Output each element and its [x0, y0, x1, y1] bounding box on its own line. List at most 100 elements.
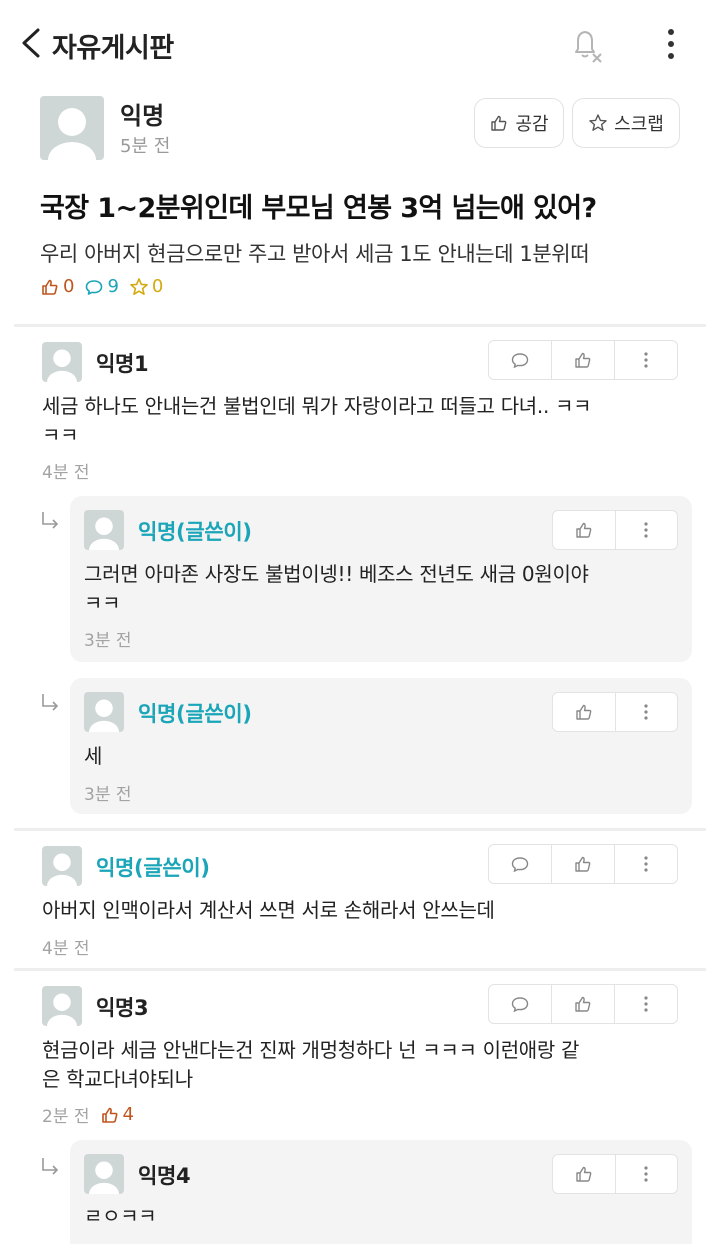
comment-author: 익명1 — [96, 352, 149, 376]
scrap-count: 0 — [129, 276, 163, 297]
reply-arrow-icon — [42, 512, 59, 529]
divider — [14, 968, 706, 971]
comment-like-button[interactable] — [553, 693, 615, 731]
page-title: 자유게시판 — [52, 33, 174, 64]
reply-button[interactable] — [489, 341, 551, 379]
more-vertical-icon — [644, 996, 648, 1012]
comment-more-button[interactable] — [614, 985, 677, 1023]
comment-text: 세금 하나도 안내는건 불법인데 뭐가 자랑이라고 떠들고 다녀.. ㅋㅋ ㅋㅋ — [42, 392, 682, 450]
comment-text-line: 그러면 아마존 사장도 불법이넹!! 베조스 전년도 새금 0원이야 — [84, 562, 589, 586]
comment-time: 4분 전 — [42, 458, 90, 483]
comment-time-value: 4분 전 — [42, 463, 90, 483]
comment-time: 4분 전 — [42, 934, 90, 959]
comment-actions — [488, 984, 678, 1024]
avatar-icon — [47, 349, 77, 382]
comment-like-count-value: 4 — [122, 1104, 134, 1125]
more-vertical-icon — [644, 522, 648, 538]
scrap-count-value: 0 — [151, 276, 164, 297]
thumbs-up-icon — [491, 115, 507, 131]
comment-actions — [488, 340, 678, 380]
comment-actions — [552, 1154, 678, 1194]
reply-button[interactable] — [489, 985, 551, 1023]
thumbs-up-icon — [575, 996, 591, 1012]
comment-more-button[interactable] — [614, 845, 677, 883]
avatar-icon — [89, 1161, 119, 1194]
comment-time-value: 4분 전 — [42, 939, 90, 959]
more-vertical-icon — [644, 856, 648, 872]
comment-count-value: 9 — [107, 276, 119, 297]
comment-actions — [552, 692, 678, 732]
comment-text: 현금이라 세금 안낸다는건 진짜 개멍청하다 넌 ㅋㅋㅋ 이런애랑 같 은 학교… — [42, 1036, 682, 1094]
star-icon — [589, 114, 607, 131]
avatar-icon — [48, 108, 96, 160]
avatar-icon — [47, 853, 77, 886]
comment-more-button[interactable] — [614, 341, 677, 379]
thumbs-up-icon — [576, 522, 592, 538]
comment-count: 9 — [84, 276, 119, 297]
comment-more-button[interactable] — [614, 511, 678, 549]
comment-text: ㄹㅇㅋㅋ — [84, 1204, 157, 1224]
like-button[interactable]: 공감 — [474, 98, 564, 148]
comment-time-value: 3분 전 — [84, 631, 132, 651]
back-button[interactable] — [18, 26, 44, 60]
post-author-name: 익명 — [120, 102, 165, 130]
comment-time: 2분 전 4 — [42, 1102, 134, 1127]
comment-more-button[interactable] — [614, 1155, 678, 1193]
comment-time: 3분 전 — [84, 626, 132, 651]
like-button-label: 공감 — [515, 114, 549, 135]
comment-author: 익명(글쓴이) — [96, 856, 210, 880]
comment-actions — [488, 844, 678, 884]
comment-text-line: 은 학교다녀야되나 — [42, 1067, 193, 1091]
post-title: 국장 1~2분위인데 부모님 연봉 3억 넘는애 있어? — [40, 193, 597, 224]
comment-avatar — [84, 1154, 124, 1194]
like-count: 0 — [40, 276, 74, 297]
bell-off-icon — [575, 31, 602, 63]
comment-like-button[interactable] — [551, 845, 614, 883]
comment-like-button[interactable] — [551, 985, 614, 1023]
comment-icon — [511, 857, 529, 873]
scrap-button[interactable]: 스크랩 — [572, 98, 680, 148]
thumbs-up-icon — [575, 352, 591, 368]
comment-more-button[interactable] — [614, 693, 678, 731]
reply-arrow-icon — [42, 694, 59, 711]
reply-arrow-icon — [42, 1158, 59, 1175]
comment-text-line: ㅋㅋ — [84, 591, 121, 615]
thumbs-up-icon — [575, 856, 591, 872]
comment-like-button[interactable] — [551, 341, 614, 379]
divider — [14, 324, 706, 327]
divider — [14, 828, 706, 831]
more-vertical-icon — [644, 1166, 648, 1182]
comment-text: 세 — [84, 744, 103, 768]
comment-avatar — [84, 692, 124, 732]
comment-time: 3분 전 — [84, 780, 132, 805]
notification-toggle[interactable] — [566, 24, 606, 64]
thumbs-up-icon — [576, 704, 592, 720]
comment-like-count: 4 — [100, 1104, 134, 1125]
comment-icon — [511, 997, 529, 1013]
more-vertical-icon — [668, 29, 674, 59]
comment-text: 아버지 인맥이라서 계산서 쓰면 서로 손해라서 안쓰는데 — [42, 898, 495, 922]
post-body: 우리 아버지 현금으로만 주고 받아서 세금 1도 안내는데 1분위떠 — [40, 242, 590, 266]
more-vertical-icon — [644, 352, 648, 368]
comment-icon — [86, 279, 103, 295]
comment-text-line: 현금이라 세금 안낸다는건 진짜 개멍청하다 넌 ㅋㅋㅋ 이런애랑 같 — [42, 1038, 580, 1062]
reply-button[interactable] — [489, 845, 551, 883]
post-author-avatar — [40, 96, 104, 160]
thumbs-up-icon — [42, 279, 58, 295]
more-vertical-icon — [644, 704, 648, 720]
like-count-value: 0 — [63, 276, 75, 297]
comment-avatar — [42, 342, 82, 382]
comment-text: 그러면 아마존 사장도 불법이넹!! 베조스 전년도 새금 0원이야 ㅋㅋ — [84, 560, 684, 618]
comment-time-value: 3분 전 — [84, 785, 132, 805]
comment-like-button[interactable] — [553, 511, 615, 549]
comment-avatar — [84, 510, 124, 550]
post-stats: 0 9 0 — [40, 276, 163, 297]
scrap-button-label: 스크랩 — [614, 114, 664, 135]
comment-like-button[interactable] — [553, 1155, 615, 1193]
more-options-button[interactable] — [660, 24, 682, 64]
post-time: 5분 전 — [120, 136, 171, 157]
comment-author: 익명(글쓴이) — [138, 520, 252, 544]
comment-author: 익명3 — [96, 996, 149, 1020]
avatar-icon — [47, 993, 77, 1026]
comment-author: 익명4 — [138, 1164, 191, 1188]
